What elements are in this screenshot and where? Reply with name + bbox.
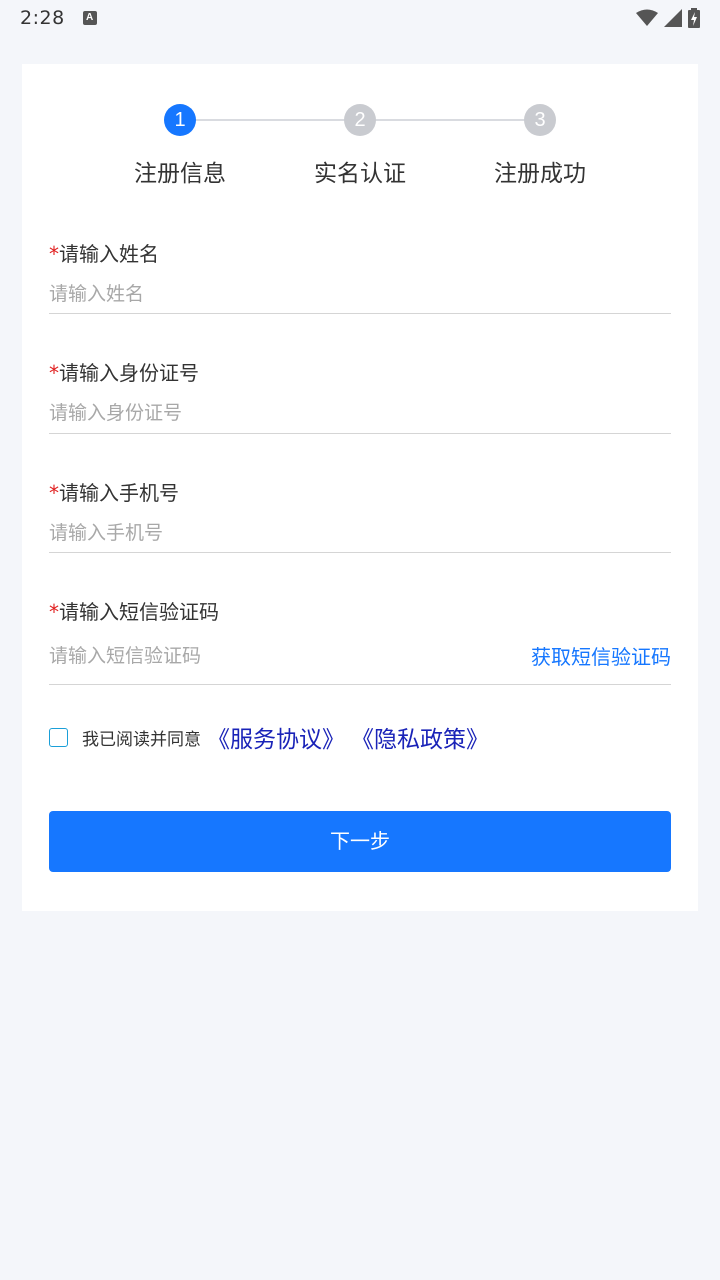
step-1: 1 注册信息: [110, 104, 250, 188]
name-label-text: 请输入姓名: [59, 242, 159, 266]
step-label: 注册信息: [134, 161, 226, 187]
sms-code-row: 获取短信验证码: [49, 641, 671, 670]
required-mark: *: [49, 361, 59, 385]
step-number: 1: [164, 104, 196, 136]
name-label: *请输入姓名: [49, 238, 671, 267]
register-card: 1 注册信息 2 实名认证 3 注册成功 *请输入姓名 *请输入身份证号 *请输…: [22, 64, 698, 911]
name-field: *请输入姓名: [49, 238, 671, 314]
id-number-label: *请输入身份证号: [49, 357, 671, 386]
step-number: 3: [524, 104, 556, 136]
privacy-policy-link[interactable]: 《隐私政策》: [351, 720, 489, 754]
agreement-checkbox[interactable]: [49, 727, 68, 747]
step-number: 2: [344, 104, 376, 136]
phone-input[interactable]: [49, 522, 671, 544]
status-time: 2:28: [20, 7, 65, 29]
id-number-label-text: 请输入身份证号: [59, 361, 199, 385]
service-agreement-link[interactable]: 《服务协议》: [207, 720, 345, 754]
step-2: 2 实名认证: [290, 104, 430, 188]
step-label: 实名认证: [314, 161, 406, 187]
status-bar: 2:28 A: [0, 0, 720, 36]
required-mark: *: [49, 600, 59, 624]
stepper: 1 注册信息 2 实名认证 3 注册成功: [22, 104, 698, 204]
wifi-icon: [636, 9, 658, 26]
signal-icon: [664, 9, 682, 27]
sms-code-label-text: 请输入短信验证码: [59, 600, 219, 624]
id-number-input[interactable]: [49, 402, 671, 424]
status-icons: [636, 8, 700, 28]
step-label: 注册成功: [494, 161, 586, 187]
name-input[interactable]: [49, 283, 671, 305]
next-step-button[interactable]: 下一步: [49, 811, 671, 872]
phone-label-text: 请输入手机号: [59, 481, 179, 505]
phone-label: *请输入手机号: [49, 477, 671, 506]
battery-charging-icon: [688, 8, 700, 28]
phone-field: *请输入手机号: [49, 477, 671, 553]
required-mark: *: [49, 481, 59, 505]
id-number-field: *请输入身份证号: [49, 357, 671, 434]
agreement-text: 我已阅读并同意: [82, 729, 201, 750]
sms-code-field: *请输入短信验证码 获取短信验证码: [49, 596, 671, 685]
required-mark: *: [49, 242, 59, 266]
sms-code-label: *请输入短信验证码: [49, 596, 671, 625]
step-3: 3 注册成功: [470, 104, 610, 188]
get-sms-code-button[interactable]: 获取短信验证码: [531, 641, 671, 670]
agreement-row: 我已阅读并同意 《服务协议》 《隐私政策》: [49, 720, 489, 754]
a-notification-icon: A: [82, 11, 97, 25]
sms-code-input[interactable]: [49, 644, 531, 667]
